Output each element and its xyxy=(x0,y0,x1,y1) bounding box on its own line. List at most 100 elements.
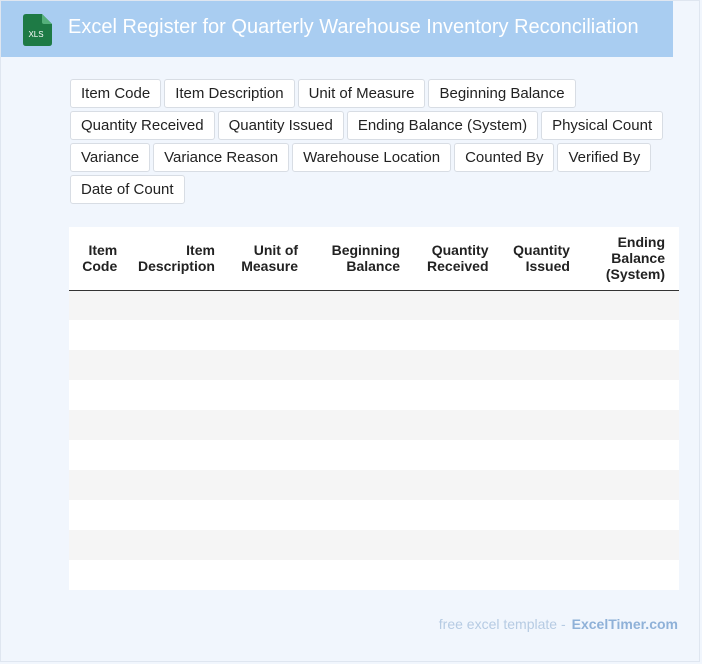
table-cell[interactable] xyxy=(131,320,229,350)
table-cell[interactable] xyxy=(131,410,229,440)
column-header[interactable]: Item Description xyxy=(131,227,229,291)
table-cell[interactable] xyxy=(502,500,584,530)
table-cell[interactable] xyxy=(414,350,503,380)
column-chip[interactable]: Item Description xyxy=(164,79,295,108)
table-cell[interactable] xyxy=(414,380,503,410)
table-cell[interactable] xyxy=(312,560,415,590)
table-cell[interactable] xyxy=(228,530,313,560)
column-chip[interactable]: Warehouse Location xyxy=(292,143,452,172)
table-cell[interactable] xyxy=(69,410,132,440)
header-banner: XLS Excel Register for Quarterly Warehou… xyxy=(1,1,673,57)
column-chip[interactable]: Quantity Received xyxy=(70,111,215,140)
table-cell[interactable] xyxy=(228,470,313,500)
table-cell[interactable] xyxy=(131,350,229,380)
column-header-line: Code xyxy=(82,258,118,275)
table-cell[interactable] xyxy=(583,290,679,320)
table-cell[interactable] xyxy=(131,290,229,320)
table-cell[interactable] xyxy=(131,470,229,500)
table-cell[interactable] xyxy=(228,500,313,530)
table-cell[interactable] xyxy=(228,350,313,380)
table-cell[interactable] xyxy=(69,440,132,470)
table-cell[interactable] xyxy=(228,410,313,440)
column-chip[interactable]: Counted By xyxy=(454,143,555,172)
column-header[interactable]: Quantity Issued xyxy=(502,227,584,291)
column-header[interactable]: Item Code xyxy=(69,227,132,291)
table-cell[interactable] xyxy=(414,530,503,560)
table-cell[interactable] xyxy=(583,320,679,350)
table-cell[interactable] xyxy=(583,500,679,530)
column-chip[interactable]: Verified By xyxy=(557,143,652,172)
table-cell[interactable] xyxy=(414,290,503,320)
table-cell[interactable] xyxy=(414,470,503,500)
column-header[interactable]: Ending Balance (System) xyxy=(583,227,679,291)
table-cell[interactable] xyxy=(414,560,503,590)
table-cell[interactable] xyxy=(312,350,415,380)
table-cell[interactable] xyxy=(414,320,503,350)
table-cell[interactable] xyxy=(228,290,313,320)
table-cell[interactable] xyxy=(131,560,229,590)
table-body xyxy=(69,290,679,590)
table-cell[interactable] xyxy=(414,440,503,470)
table-cell[interactable] xyxy=(583,350,679,380)
table-cell[interactable] xyxy=(69,350,132,380)
table-cell[interactable] xyxy=(502,320,584,350)
table-cell[interactable] xyxy=(583,410,679,440)
table-cell[interactable] xyxy=(414,500,503,530)
table-cell[interactable] xyxy=(69,320,132,350)
table-cell[interactable] xyxy=(312,290,415,320)
table-cell[interactable] xyxy=(228,560,313,590)
table-cell[interactable] xyxy=(583,470,679,500)
table-cell[interactable] xyxy=(228,380,313,410)
table-cell[interactable] xyxy=(312,380,415,410)
page: XLS Excel Register for Quarterly Warehou… xyxy=(0,0,702,664)
column-chip[interactable]: Date of Count xyxy=(70,175,185,204)
column-header-line: Item xyxy=(186,242,215,259)
table-cell[interactable] xyxy=(69,530,132,560)
table-cell[interactable] xyxy=(131,530,229,560)
table-cell[interactable] xyxy=(312,470,415,500)
xls-icon-label: XLS xyxy=(28,30,43,39)
table-cell[interactable] xyxy=(131,500,229,530)
table-cell[interactable] xyxy=(69,470,132,500)
table-cell[interactable] xyxy=(502,530,584,560)
table-cell[interactable] xyxy=(312,500,415,530)
table-cell[interactable] xyxy=(312,410,415,440)
table-cell[interactable] xyxy=(131,440,229,470)
table-cell[interactable] xyxy=(502,470,584,500)
table-cell[interactable] xyxy=(502,290,584,320)
table-cell[interactable] xyxy=(583,560,679,590)
table-cell[interactable] xyxy=(502,560,584,590)
table-cell[interactable] xyxy=(502,410,584,440)
column-chip[interactable]: Beginning Balance xyxy=(428,79,576,108)
page-title: Excel Register for Quarterly Warehouse I… xyxy=(68,16,639,38)
column-chip[interactable]: Ending Balance (System) xyxy=(346,111,539,140)
column-chip[interactable]: Quantity Issued xyxy=(217,111,344,140)
table-cell[interactable] xyxy=(502,440,584,470)
column-header[interactable]: Unit of Measure xyxy=(228,227,313,291)
column-chip[interactable]: Item Code xyxy=(70,79,162,108)
column-header[interactable]: Beginning Balance xyxy=(312,227,415,291)
table-cell[interactable] xyxy=(228,320,313,350)
table-cell[interactable] xyxy=(69,290,132,320)
table-cell[interactable] xyxy=(414,410,503,440)
table-cell[interactable] xyxy=(312,440,415,470)
footer-brand-link[interactable]: ExcelTimer.com xyxy=(572,616,678,632)
table-cell[interactable] xyxy=(69,560,132,590)
table-cell[interactable] xyxy=(502,350,584,380)
column-chip[interactable]: Variance xyxy=(70,143,151,172)
column-header[interactable]: Quantity Received xyxy=(414,227,503,291)
table-cell[interactable] xyxy=(583,530,679,560)
column-chip[interactable]: Variance Reason xyxy=(153,143,290,172)
register-table-viewport[interactable]: Item Code Item Description Unit of Measure Beg… xyxy=(69,227,679,590)
table-cell[interactable] xyxy=(502,380,584,410)
table-cell[interactable] xyxy=(69,500,132,530)
table-cell[interactable] xyxy=(583,440,679,470)
table-cell[interactable] xyxy=(312,530,415,560)
table-cell[interactable] xyxy=(228,440,313,470)
table-cell[interactable] xyxy=(131,380,229,410)
table-cell[interactable] xyxy=(312,320,415,350)
table-cell[interactable] xyxy=(69,380,132,410)
column-chip[interactable]: Unit of Measure xyxy=(297,79,426,108)
column-chip[interactable]: Physical Count xyxy=(541,111,664,140)
table-cell[interactable] xyxy=(583,380,679,410)
